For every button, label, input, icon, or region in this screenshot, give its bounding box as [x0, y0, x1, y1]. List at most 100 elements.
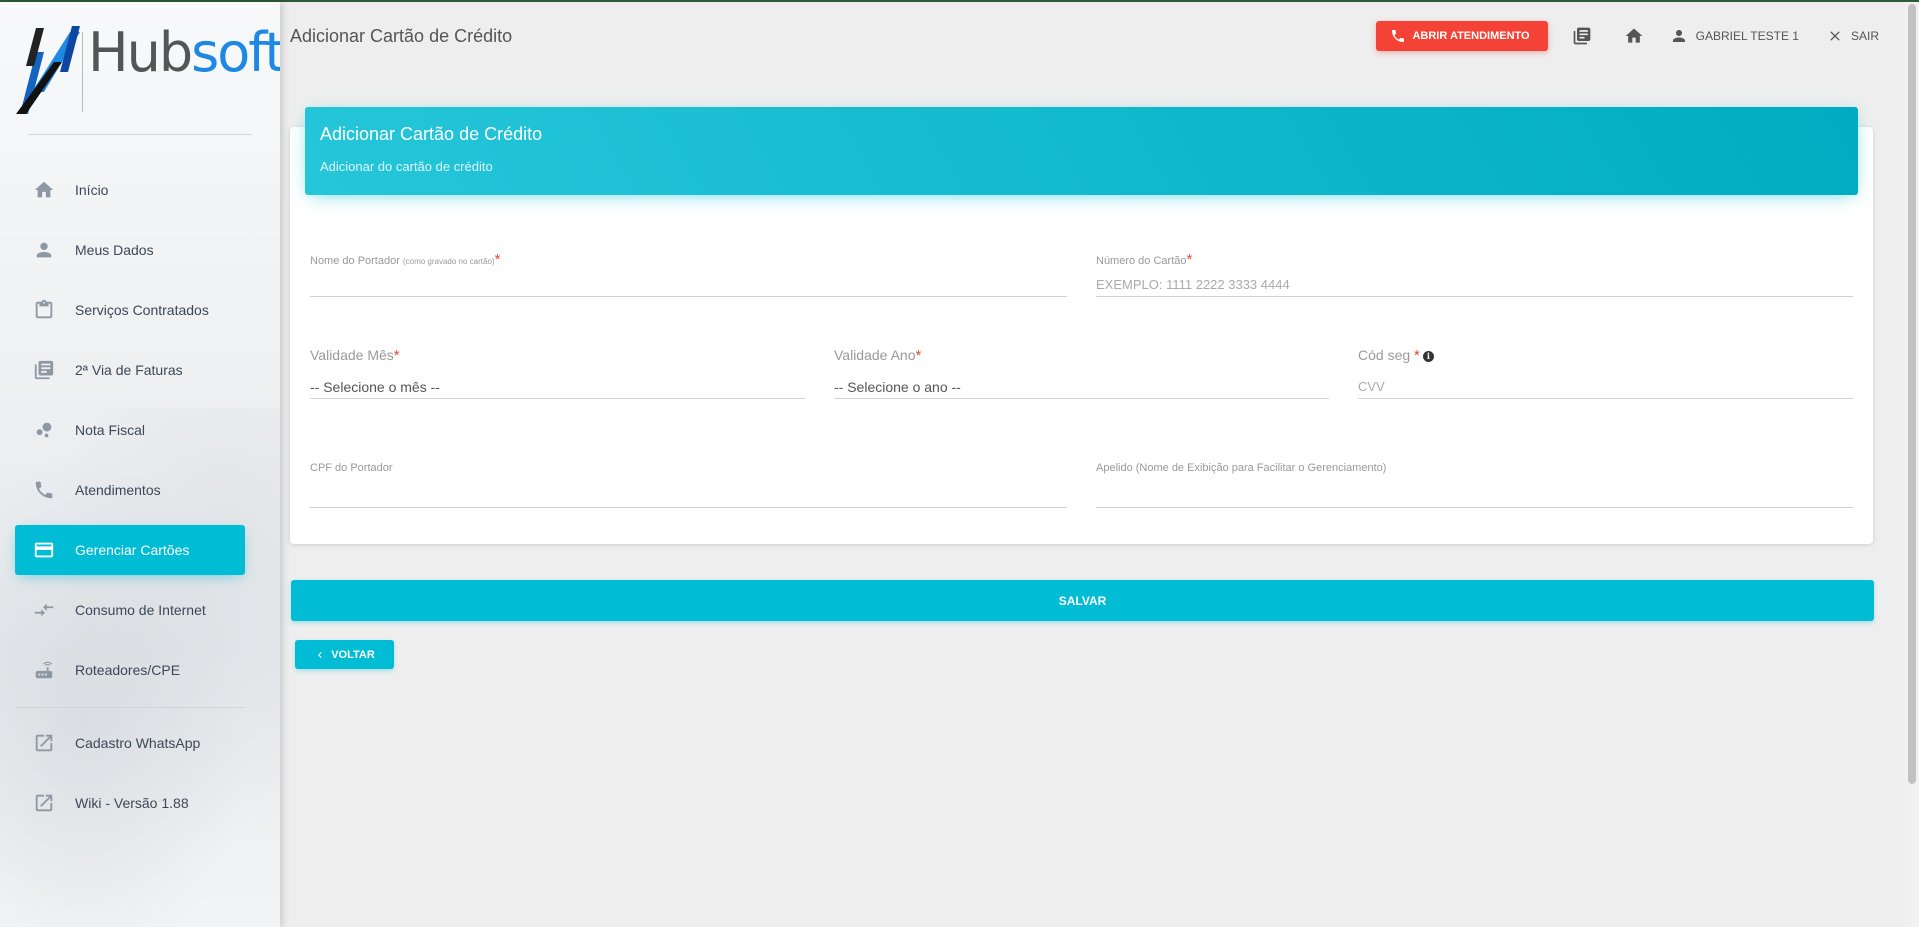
sidebar-item-label: Wiki - Versão 1.88: [75, 795, 189, 811]
cpf-input[interactable]: [310, 484, 1067, 508]
voltar-label: VOLTAR: [331, 648, 375, 661]
bubble-chart-icon: [32, 418, 56, 442]
clipboard-icon: [32, 298, 56, 322]
user-name: GABRIEL TESTE 1: [1695, 29, 1799, 43]
sair-button[interactable]: SAIR: [1827, 28, 1879, 44]
apelido-label: Apelido (Nome de Exibição para Facilitar…: [1096, 462, 1387, 474]
apelido-field: Apelido (Nome de Exibição para Facilitar…: [1096, 462, 1853, 512]
faturas-shortcut-button[interactable]: [1566, 20, 1598, 52]
top-navbar: ABRIR ATENDIMENTO GABRIEL TESTE 1 SAIR: [1376, 20, 1879, 52]
phone-icon: [32, 478, 56, 502]
chevron-left-icon: [318, 651, 322, 658]
sidebar-external-links: Cadastro WhatsApp Wiki - Versão 1.88: [15, 718, 245, 838]
validade-ano-select[interactable]: -- Selecione o ano --: [834, 375, 1329, 399]
cpf-field: CPF do Portador: [310, 462, 1067, 512]
sidebar-item-label: Início: [75, 182, 109, 198]
validade-ano-label: Validade Ano*: [834, 347, 1329, 364]
sidebar-item-label: Consumo de Internet: [75, 602, 206, 618]
sidebar-item-label: Serviços Contratados: [75, 302, 209, 318]
sidebar-item-gerenciar-cartoes[interactable]: Gerenciar Cartões: [15, 525, 245, 575]
sidebar-item-label: Atendimentos: [75, 482, 161, 498]
sidebar-item-consumo-internet[interactable]: Consumo de Internet: [15, 585, 245, 635]
sidebar-nav: Início Meus Dados Serviços Contratados 2…: [15, 165, 245, 705]
voltar-button[interactable]: VOLTAR: [295, 640, 394, 669]
credit-card-icon: [32, 538, 56, 562]
open-in-new-icon: [32, 791, 56, 815]
validade-ano-field: Validade Ano* -- Selecione o ano --: [834, 347, 1329, 407]
compare-arrows-icon: [32, 598, 56, 622]
required-mark: *: [494, 251, 501, 268]
required-mark: *: [1186, 251, 1193, 268]
cod-seg-label-text: Cód seg: [1358, 347, 1411, 363]
person-icon: [32, 238, 56, 262]
info-icon[interactable]: i: [1422, 351, 1434, 362]
numero-cartao-input[interactable]: EXEMPLO: 1111 2222 3333 4444: [1096, 273, 1853, 297]
sidebar-item-wiki[interactable]: Wiki - Versão 1.88: [15, 778, 245, 828]
card-header: Adicionar Cartão de Crédito Adicionar do…: [305, 107, 1858, 195]
scrollbar-thumb[interactable]: [1908, 4, 1916, 784]
required-mark: *: [1414, 347, 1420, 364]
sidebar-item-label: Cadastro WhatsApp: [75, 735, 201, 751]
cod-seg-label: Cód seg * i: [1358, 347, 1853, 364]
validade-mes-label-text: Validade Mês: [310, 347, 394, 363]
portador-hint: (como gravado no cartão): [402, 257, 495, 266]
required-mark: *: [915, 347, 922, 364]
library-books-icon: [32, 358, 56, 382]
logo-divider: [82, 32, 83, 112]
sidebar-item-label: Gerenciar Cartões: [75, 542, 190, 558]
hubsoft-h-logo: [16, 26, 80, 114]
portador-field: Nome do Portador (como gravado no cartão…: [310, 251, 1067, 301]
portador-label: Nome do Portador (como gravado no cartão…: [310, 251, 1067, 268]
home-shortcut-button[interactable]: [1618, 20, 1650, 52]
sidebar-divider: [28, 134, 252, 135]
cpf-label: CPF do Portador: [310, 462, 393, 474]
sidebar-item-faturas[interactable]: 2ª Via de Faturas: [15, 345, 245, 395]
sidebar-item-label: 2ª Via de Faturas: [75, 362, 183, 378]
apelido-input[interactable]: [1096, 484, 1853, 508]
sidebar-item-servicos[interactable]: Serviços Contratados: [15, 285, 245, 335]
sidebar-item-roteadores[interactable]: Roteadores/CPE: [15, 645, 245, 695]
sidebar-item-nota-fiscal[interactable]: Nota Fiscal: [15, 405, 245, 455]
page-scrollbar[interactable]: [1905, 2, 1919, 927]
validade-mes-field: Validade Mês* -- Selecione o mês --: [310, 347, 805, 407]
sidebar-divider: [15, 707, 245, 708]
cod-seg-input[interactable]: CVV: [1358, 375, 1853, 399]
card-title: Adicionar Cartão de Crédito: [320, 124, 543, 144]
portador-label-text: Nome do Portador: [310, 255, 400, 267]
page-title: Adicionar Cartão de Crédito: [290, 26, 513, 46]
router-icon: [32, 658, 56, 682]
open-in-new-icon: [32, 731, 56, 755]
sair-label: SAIR: [1850, 29, 1879, 43]
numero-cartao-field: Número do Cartão* EXEMPLO: 1111 2222 333…: [1096, 251, 1853, 301]
validade-mes-label: Validade Mês*: [310, 347, 805, 364]
salvar-label: SALVAR: [1058, 593, 1107, 608]
card-subtitle: Adicionar do cartão de crédito: [320, 159, 493, 174]
abrir-atendimento-label: ABRIR ATENDIMENTO: [1412, 30, 1530, 42]
library-books-icon: [1573, 27, 1590, 45]
user-menu[interactable]: GABRIEL TESTE 1: [1670, 27, 1799, 45]
salvar-button[interactable]: SALVAR: [291, 580, 1874, 621]
portador-input[interactable]: [310, 273, 1067, 297]
abrir-atendimento-button[interactable]: ABRIR ATENDIMENTO: [1376, 21, 1548, 51]
numero-cartao-label: Número do Cartão*: [1096, 251, 1853, 268]
logo-text-hub: Hub: [88, 21, 193, 84]
sidebar-item-inicio[interactable]: Início: [15, 165, 245, 215]
sidebar-item-label: Meus Dados: [75, 242, 154, 258]
sidebar-item-label: Nota Fiscal: [75, 422, 146, 438]
sidebar-item-atendimentos[interactable]: Atendimentos: [15, 465, 245, 515]
phone-icon: [1392, 30, 1405, 42]
required-mark: *: [393, 347, 400, 364]
sidebar: Hubsoft Início Meus Dados Serviços Contr…: [0, 2, 280, 927]
person-icon: [1672, 30, 1685, 42]
sidebar-item-meus-dados[interactable]: Meus Dados: [15, 225, 245, 275]
validade-mes-select[interactable]: -- Selecione o mês --: [310, 375, 805, 399]
logo-wordmark: Hubsoft: [88, 26, 280, 80]
home-icon: [32, 178, 56, 202]
validade-ano-label-text: Validade Ano: [834, 347, 916, 363]
sidebar-item-cadastro-whatsapp[interactable]: Cadastro WhatsApp: [15, 718, 245, 768]
cod-seg-field: Cód seg * i CVV: [1358, 347, 1853, 407]
logo-text-soft: soft: [191, 21, 280, 84]
close-icon: [1830, 31, 1840, 41]
home-icon: [1625, 28, 1642, 43]
sidebar-item-label: Roteadores/CPE: [75, 662, 181, 678]
